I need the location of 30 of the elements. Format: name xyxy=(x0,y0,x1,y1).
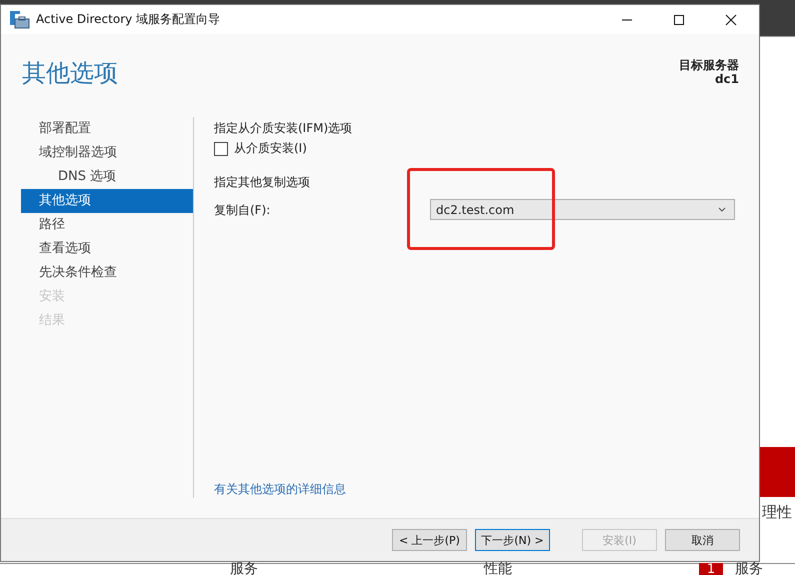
background-cell: 性能 xyxy=(484,562,512,575)
chevron-down-icon xyxy=(718,206,726,212)
checkbox[interactable] xyxy=(214,142,228,156)
target-server-name: dc1 xyxy=(714,72,739,86)
target-server-label: 目标服务器 xyxy=(679,58,739,72)
close-icon[interactable] xyxy=(725,14,737,26)
wizard-button[interactable]: 取消 xyxy=(665,529,740,551)
nav-item[interactable]: 其他选项 xyxy=(21,189,193,213)
background-cell: 服务 xyxy=(735,562,763,575)
background-label: 理性 xyxy=(762,503,792,522)
page-title: 其他选项 xyxy=(22,58,118,89)
count-badge: 1 xyxy=(699,563,723,575)
nav-item[interactable]: 域控制器选项 xyxy=(21,141,193,165)
nav-item[interactable]: 先决条件检查 xyxy=(21,261,193,285)
help-link[interactable]: 有关其他选项的详细信息 xyxy=(214,480,735,498)
field-label: 复制自(F): xyxy=(214,202,272,218)
window-title: Active Directory 域服务配置向导 xyxy=(36,11,220,28)
wizard-button[interactable]: 下一步(N) > xyxy=(475,529,550,551)
nav-item[interactable]: DNS 选项 xyxy=(21,165,193,189)
maximize-icon[interactable] xyxy=(673,14,685,26)
nav-item[interactable]: 路径 xyxy=(21,213,193,237)
section-heading: 指定其他复制选项 xyxy=(214,174,311,191)
checkbox-label: 从介质安装(I) xyxy=(234,140,307,157)
nav-item[interactable]: 查看选项 xyxy=(21,237,193,261)
nav-item[interactable]: 部署配置 xyxy=(21,117,193,141)
app-icon xyxy=(10,10,30,28)
section-heading: 指定从介质安装(IFM)选项 xyxy=(214,120,354,137)
source-dropdown[interactable]: dc2.test.com xyxy=(430,199,735,220)
wizard-button[interactable]: < 上一步(P) xyxy=(392,529,467,551)
background-cell: 服务 xyxy=(230,562,258,575)
